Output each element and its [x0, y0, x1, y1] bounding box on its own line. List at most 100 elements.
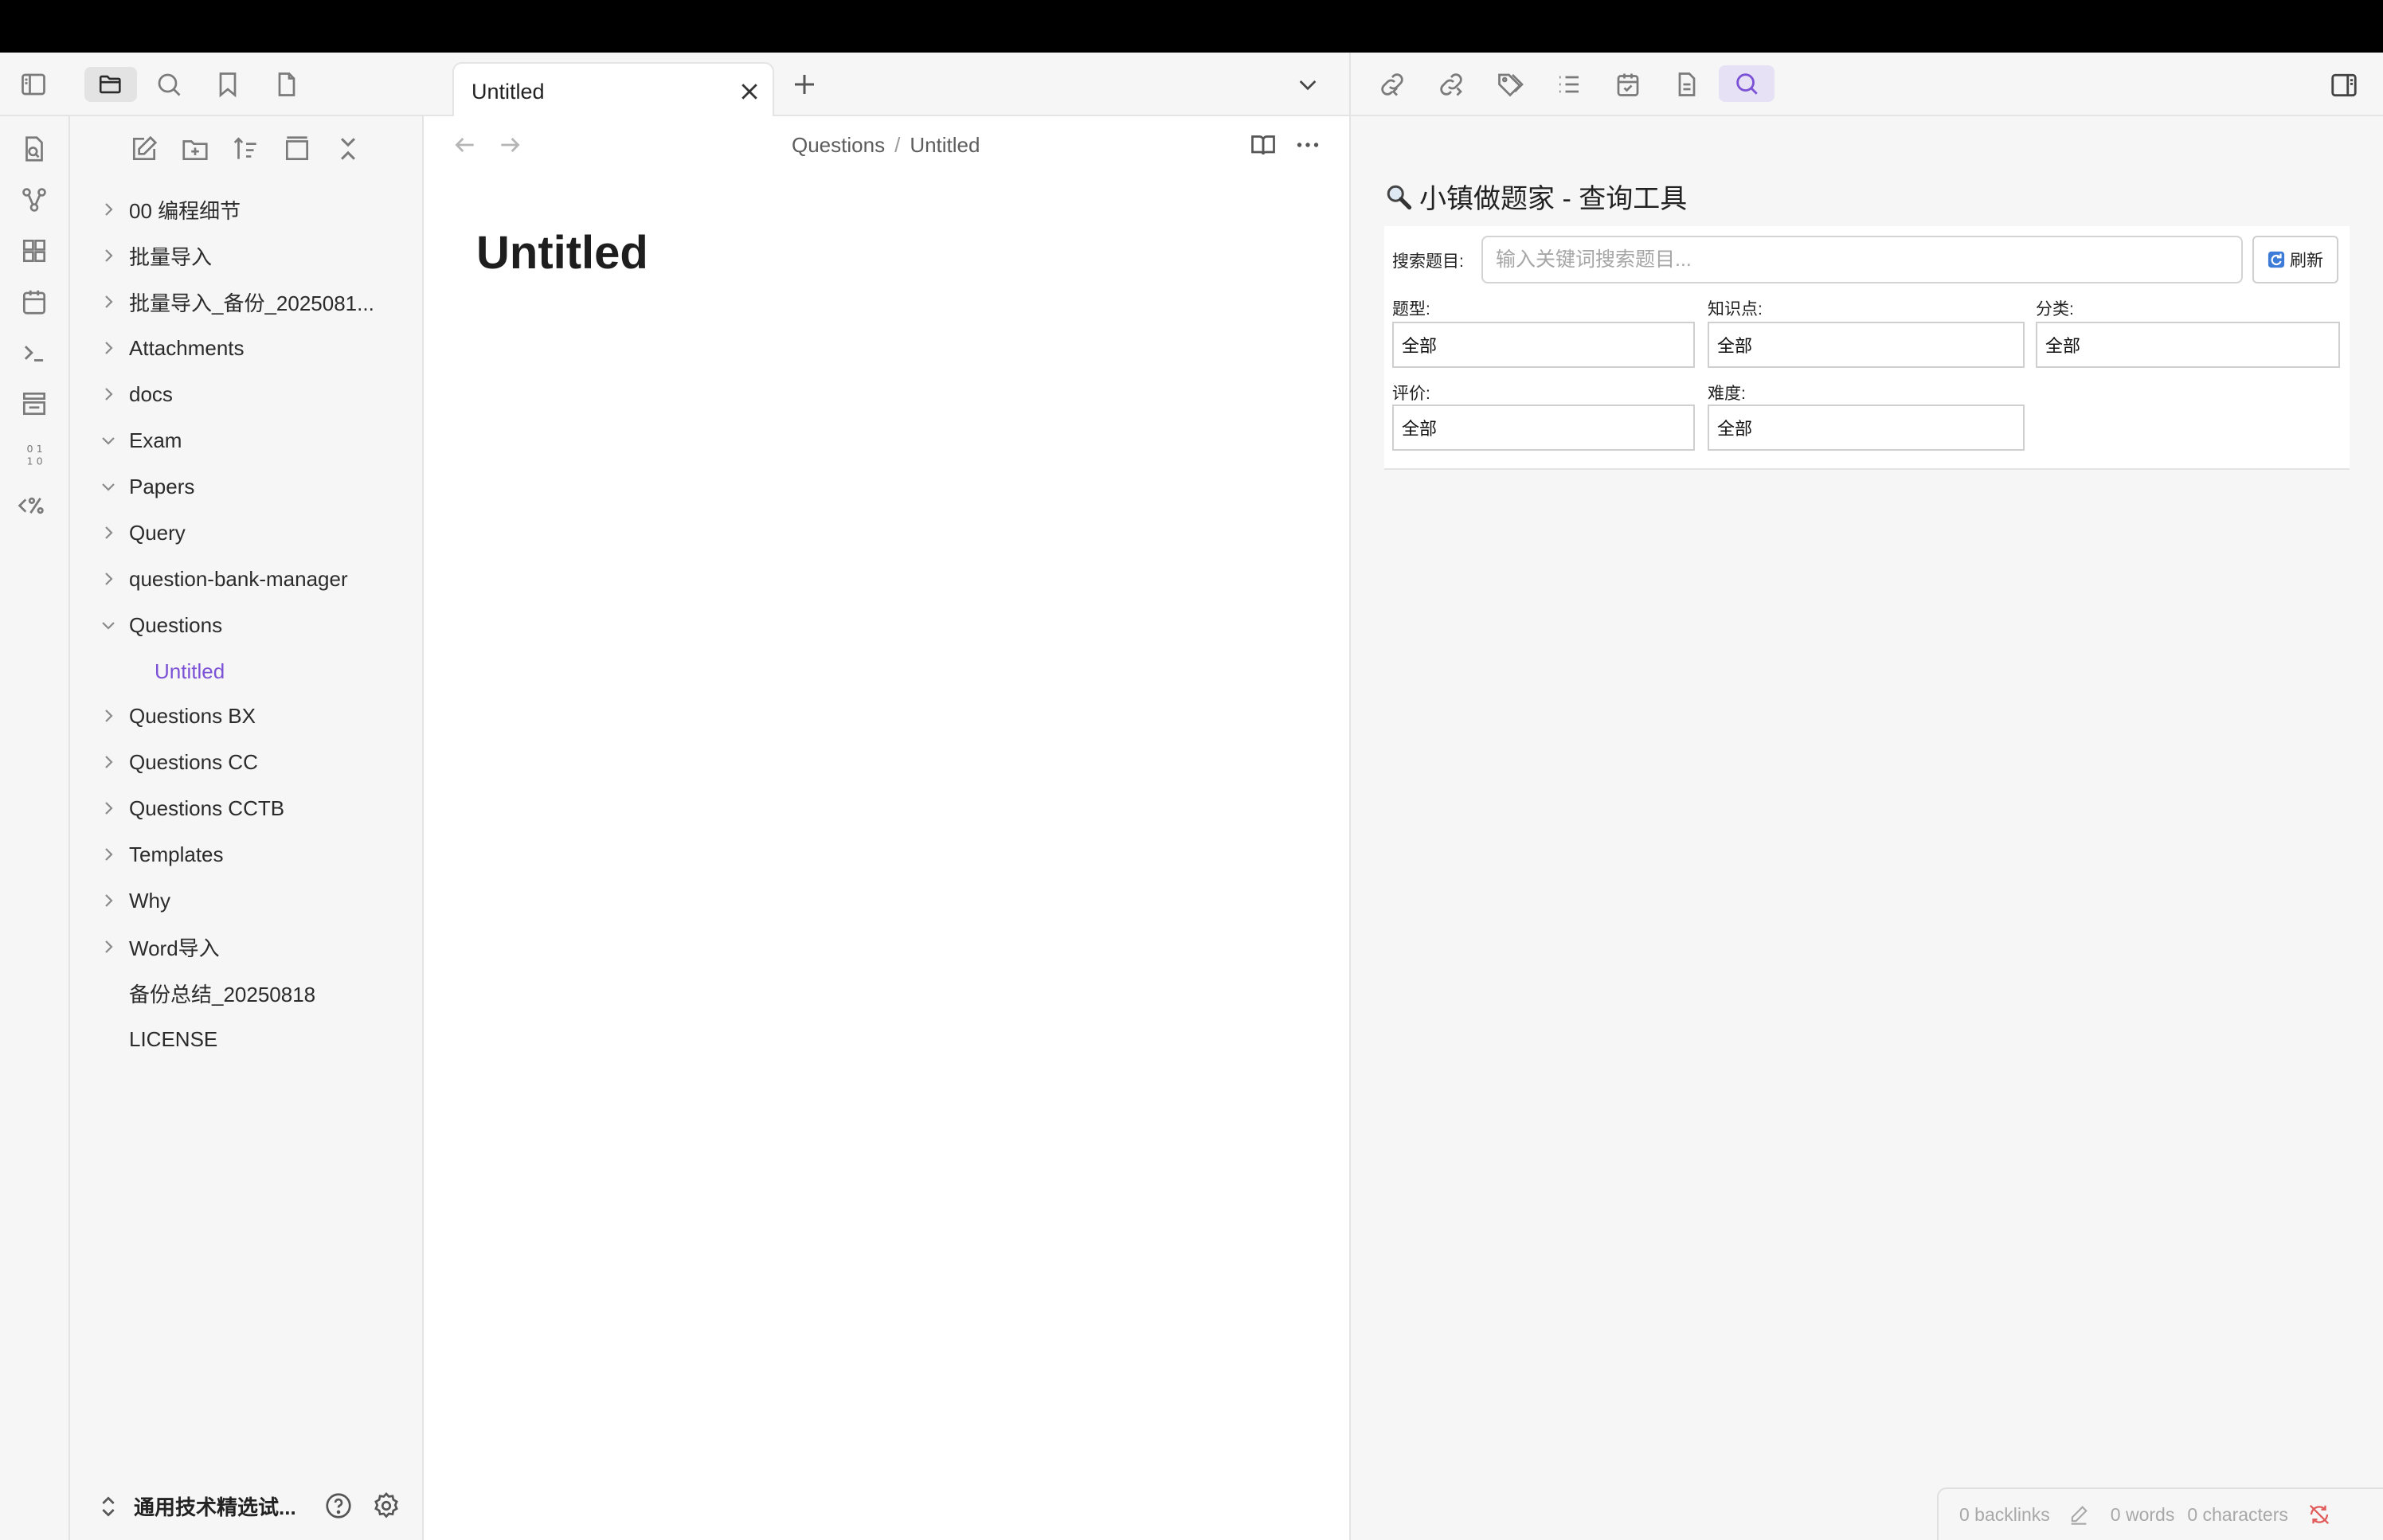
tree-folder[interactable]: Questions CC: [70, 742, 413, 782]
tree-item-label: Questions CCTB: [129, 795, 285, 820]
chevron-right-icon[interactable]: [99, 292, 118, 311]
tags-icon[interactable]: [1496, 70, 1524, 99]
refresh-button[interactable]: 刷新: [2252, 236, 2338, 283]
breadcrumb-current[interactable]: Untitled: [910, 133, 980, 158]
reading-view-book-icon[interactable]: [1249, 131, 1278, 159]
tree-folder[interactable]: Questions CCTB: [70, 788, 413, 828]
tree-folder[interactable]: 批量导入: [70, 236, 413, 276]
collapse-all-icon[interactable]: [333, 134, 363, 164]
open-quick-switcher-icon[interactable]: [19, 134, 49, 164]
tree-folder[interactable]: Word导入: [70, 927, 413, 967]
chevron-right-icon[interactable]: [99, 569, 118, 588]
graph-view-icon[interactable]: [19, 185, 49, 215]
tree-folder[interactable]: Papers: [70, 467, 413, 506]
chevron-right-icon[interactable]: [99, 246, 118, 265]
new-tab-icon[interactable]: [790, 70, 819, 99]
tree-folder[interactable]: 批量导入_备份_2025081...: [70, 282, 413, 322]
tree-folder[interactable]: Why: [70, 881, 413, 920]
tree-folder[interactable]: Templates: [70, 834, 413, 874]
tab-list-chevron-down-icon[interactable]: [1295, 72, 1321, 97]
daily-note-calendar-icon[interactable]: [19, 287, 49, 317]
edit-pencil-icon[interactable]: [2068, 1503, 2090, 1526]
new-folder-icon[interactable]: [180, 134, 210, 164]
chevron-right-icon[interactable]: [99, 891, 118, 910]
filter-select-type[interactable]: 全部: [1392, 322, 1695, 368]
chevron-down-icon[interactable]: [99, 431, 118, 450]
close-tab-icon[interactable]: [738, 80, 761, 104]
tab-untitled[interactable]: Untitled: [452, 62, 774, 118]
bookmark-icon[interactable]: [213, 70, 242, 99]
sync-disabled-icon[interactable]: [2307, 1503, 2331, 1526]
filter-select-category[interactable]: 全部: [2036, 322, 2340, 368]
toggle-left-sidebar-icon[interactable]: [19, 70, 48, 99]
search-label: 搜索题目:: [1392, 252, 1464, 271]
vault-switcher-chevrons-icon[interactable]: [96, 1494, 121, 1519]
number-sort-icon[interactable]: 0 11 0: [19, 440, 49, 470]
help-icon[interactable]: [323, 1491, 354, 1521]
chevron-right-icon[interactable]: [99, 706, 118, 725]
toggle-right-sidebar-icon[interactable]: [2329, 70, 2359, 100]
filter-select-knowledge-point[interactable]: 全部: [1708, 322, 2025, 368]
status-bar: 0 backlinks 0 words 0 characters: [1937, 1487, 2383, 1540]
new-note-icon[interactable]: [129, 134, 159, 164]
navigate-back-arrow-icon[interactable]: [452, 132, 478, 158]
file-icon[interactable]: [272, 70, 301, 99]
tree-folder[interactable]: docs: [70, 374, 413, 414]
tree-folder[interactable]: question-bank-manager: [70, 559, 413, 599]
chevron-right-icon[interactable]: [99, 523, 118, 542]
more-options-icon[interactable]: [1293, 131, 1322, 159]
tree-folder[interactable]: Exam: [70, 420, 413, 460]
tree-item-label: LICENSE: [129, 1026, 218, 1051]
canvas-grid-icon[interactable]: [19, 236, 49, 266]
svg-text:0 1: 0 1: [27, 443, 43, 455]
files-view-icon[interactable]: [84, 67, 137, 102]
tree-folder[interactable]: Questions BX: [70, 696, 413, 736]
tree-folder[interactable]: 00 编程细节: [70, 190, 413, 229]
backlinks-icon[interactable]: [1378, 70, 1407, 99]
chevron-right-icon[interactable]: [99, 338, 118, 358]
chevron-right-icon[interactable]: [99, 937, 118, 956]
search-input[interactable]: [1481, 236, 2243, 283]
templates-icon[interactable]: [19, 389, 49, 419]
tree-folder[interactable]: Query: [70, 513, 413, 553]
chevron-right-icon[interactable]: [99, 752, 118, 772]
outgoing-links-icon[interactable]: [1437, 70, 1465, 99]
tree-item-label: 批量导入: [129, 244, 213, 269]
tree-file[interactable]: 备份总结_20250818: [70, 973, 413, 1013]
chevron-down-icon[interactable]: [99, 616, 118, 635]
templater-percent-icon[interactable]: [16, 491, 53, 521]
document-icon[interactable]: [1673, 70, 1701, 99]
vault-name[interactable]: 通用技术精选试...: [134, 1491, 296, 1521]
outline-list-icon[interactable]: [1555, 70, 1583, 99]
tree-folder[interactable]: Questions: [70, 605, 413, 645]
tree-folder[interactable]: Attachments: [70, 328, 413, 368]
change-sort-order-icon[interactable]: [231, 134, 261, 164]
tree-item-label: question-bank-manager: [129, 566, 348, 591]
backlinks-count[interactable]: 0 backlinks: [1959, 1504, 2050, 1526]
chevron-right-icon[interactable]: [99, 845, 118, 864]
tree-item-label: 批量导入_备份_2025081...: [129, 291, 374, 315]
tree-item-label: 00 编程细节: [129, 198, 241, 223]
command-palette-terminal-icon[interactable]: [19, 338, 49, 368]
search-icon[interactable]: [155, 70, 183, 99]
settings-gear-icon[interactable]: [371, 1491, 401, 1521]
file-tree: 00 编程细节 批量导入批量导入_备份_2025081... Attachments…: [70, 190, 424, 1185]
chevron-right-icon[interactable]: [99, 385, 118, 404]
left-sidebar-header: [0, 53, 424, 116]
filter-select-rating[interactable]: 全部: [1392, 405, 1695, 451]
filter-select-difficulty[interactable]: 全部: [1708, 405, 2025, 451]
query-tool-search-icon[interactable]: [1719, 65, 1775, 102]
right-sidebar-header: [1349, 53, 2383, 116]
tree-file[interactable]: Untitled: [70, 651, 413, 691]
calendar-check-icon[interactable]: [1614, 70, 1642, 99]
auto-reveal-icon[interactable]: [282, 134, 312, 164]
breadcrumb: Questions / Untitled: [792, 129, 980, 161]
chevron-down-icon[interactable]: [99, 477, 118, 496]
breadcrumb-parent[interactable]: Questions: [792, 133, 885, 158]
navigate-forward-arrow-icon[interactable]: [497, 132, 522, 158]
tree-file[interactable]: LICENSE: [70, 1019, 413, 1059]
chevron-right-icon[interactable]: [99, 200, 118, 219]
chevron-right-icon[interactable]: [99, 799, 118, 818]
tree-item-label: Query: [129, 520, 186, 545]
note-title[interactable]: Untitled: [476, 226, 648, 279]
